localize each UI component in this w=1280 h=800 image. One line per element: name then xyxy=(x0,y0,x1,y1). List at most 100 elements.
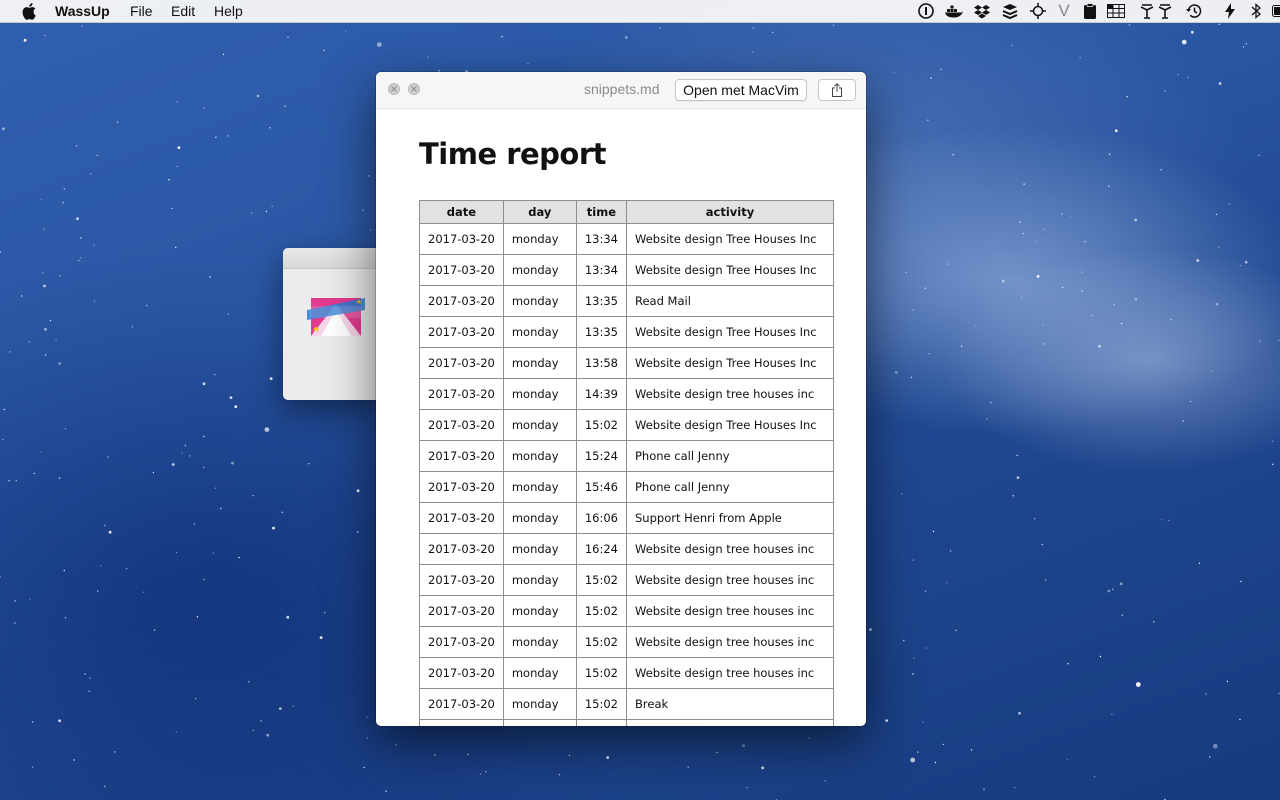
move-icon[interactable] xyxy=(1028,2,1048,20)
star xyxy=(55,338,57,341)
vim-icon[interactable]: V xyxy=(1054,1,1074,20)
cell-day: monday xyxy=(502,347,577,379)
cell-date: 2017-03-20 xyxy=(419,409,504,441)
star xyxy=(970,749,973,751)
buffer-icon[interactable] xyxy=(1000,2,1020,20)
open-in-macvim-button[interactable]: Open met MacVim xyxy=(675,79,807,101)
star xyxy=(271,205,273,207)
star xyxy=(1018,711,1021,715)
star xyxy=(81,25,84,27)
star xyxy=(659,27,661,29)
star xyxy=(955,629,957,632)
star xyxy=(1044,579,1047,581)
star xyxy=(292,705,294,707)
star xyxy=(146,304,148,307)
star xyxy=(44,354,47,356)
cell-date: 2017-03-20 xyxy=(419,688,504,720)
cell-date: 2017-03-20 xyxy=(419,564,504,596)
window-title: snippets.md xyxy=(584,81,660,97)
grid-icon[interactable] xyxy=(1106,2,1126,20)
star xyxy=(203,435,205,438)
star xyxy=(189,455,191,457)
help-menu[interactable]: Help xyxy=(214,3,243,19)
status-icons: V xyxy=(860,1,1280,20)
star xyxy=(252,729,254,732)
bartender-icon[interactable] xyxy=(1138,2,1174,20)
star xyxy=(1091,314,1093,317)
star xyxy=(1198,562,1201,564)
cell-activity: Website design Tree Houses Inc xyxy=(626,409,834,441)
table-row: 2017-03-20 monday 15:02 Website design tree… xyxy=(419,657,834,689)
star xyxy=(14,600,16,602)
wassup-window[interactable] xyxy=(283,248,383,400)
bluetooth-icon[interactable] xyxy=(1246,2,1266,20)
star xyxy=(76,217,79,221)
cell-date: 2017-03-20 xyxy=(419,626,504,658)
battery-icon[interactable] xyxy=(1272,2,1280,20)
table-row: 2017-03-20 monday 15:46 Phone call Jenny xyxy=(419,471,834,503)
table-row: 2017-03-20 monday 15:02 Website design tree… xyxy=(419,564,834,596)
cell-time xyxy=(575,719,628,726)
star xyxy=(308,463,310,465)
apple-menu-icon[interactable] xyxy=(21,2,37,20)
close-button[interactable] xyxy=(388,83,400,95)
preview-window[interactable]: snippets.md Open met MacVim Time report … xyxy=(376,72,866,726)
star xyxy=(20,295,23,297)
star xyxy=(366,737,369,739)
cell-date: 2017-03-20 xyxy=(419,440,504,472)
star xyxy=(80,237,82,239)
star xyxy=(1112,588,1114,590)
cell-time: 16:24 xyxy=(575,533,628,565)
clipboard-icon[interactable] xyxy=(1080,2,1100,20)
cell-activity: Support Henri from Apple xyxy=(626,502,834,534)
star xyxy=(912,309,914,311)
star xyxy=(1019,221,1021,223)
star xyxy=(1215,302,1219,306)
lightning-icon[interactable] xyxy=(1220,2,1240,20)
star xyxy=(1120,322,1123,325)
table-row: 2017-03-20 monday 13:34 Website design Tree… xyxy=(419,254,834,286)
star xyxy=(1153,621,1155,623)
star xyxy=(42,272,44,274)
time-machine-icon[interactable] xyxy=(1184,2,1204,20)
star xyxy=(960,345,963,347)
star xyxy=(43,284,46,288)
wassup-window-titlebar[interactable] xyxy=(283,248,383,269)
star xyxy=(100,564,102,567)
edit-menu[interactable]: Edit xyxy=(171,3,195,19)
star xyxy=(1066,758,1069,760)
star xyxy=(59,275,61,277)
star xyxy=(108,530,112,534)
star xyxy=(75,145,78,147)
star xyxy=(222,53,225,56)
star xyxy=(1114,129,1118,133)
cell-time: 13:58 xyxy=(575,347,628,379)
share-button[interactable] xyxy=(818,79,856,101)
docker-icon[interactable] xyxy=(944,2,964,20)
cell-time: 15:46 xyxy=(575,471,628,503)
star xyxy=(1259,340,1261,342)
star xyxy=(385,790,387,792)
star xyxy=(624,36,628,39)
minimize-button[interactable] xyxy=(408,83,420,95)
star xyxy=(893,72,896,74)
cell-time: 15:02 xyxy=(575,564,628,596)
star xyxy=(1211,370,1213,372)
cancel-icon xyxy=(411,86,417,92)
star xyxy=(910,757,916,763)
window-titlebar[interactable]: snippets.md Open met MacVim xyxy=(376,72,866,109)
star xyxy=(1134,298,1138,301)
dropbox-icon[interactable] xyxy=(972,2,992,20)
star xyxy=(265,210,268,213)
table-row: 2017-03-20 monday 14:39 Website design tree… xyxy=(419,378,834,410)
app-menu[interactable]: WassUp xyxy=(55,3,110,19)
file-menu[interactable]: File xyxy=(130,3,153,19)
star xyxy=(176,165,178,168)
document-view[interactable]: Time report date day time activity 2017-… xyxy=(376,109,866,726)
star xyxy=(905,271,907,274)
star xyxy=(974,325,976,327)
star xyxy=(1043,228,1046,230)
star xyxy=(395,744,397,746)
onepassword-icon[interactable] xyxy=(916,2,936,20)
star xyxy=(1081,271,1083,273)
